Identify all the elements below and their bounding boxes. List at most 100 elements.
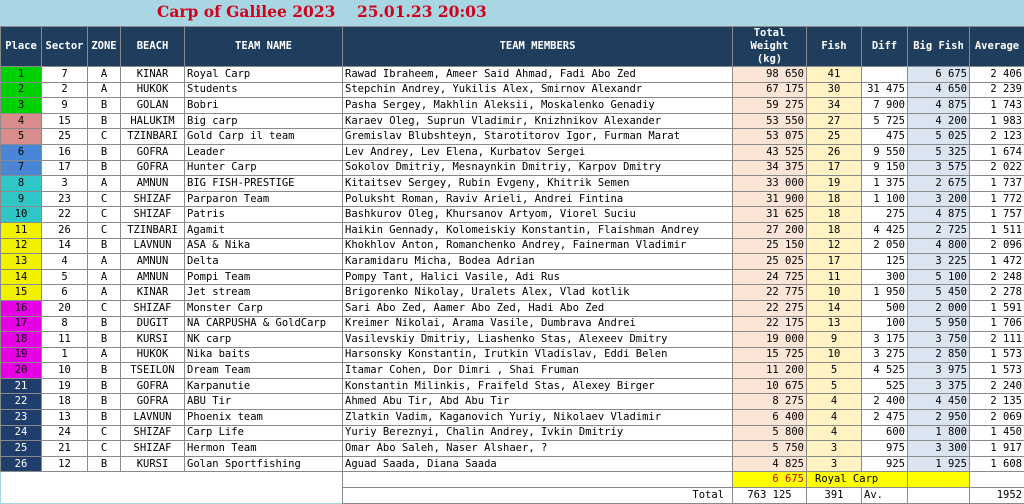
big-fish-cell: 4 800 — [908, 238, 970, 254]
place-cell: 15 — [1, 285, 42, 301]
results-table: Place Sector ZONE BEACH TEAM NAME TEAM M… — [0, 26, 1024, 504]
big-fish-cell: 5 450 — [908, 285, 970, 301]
team-name-cell: Monster Carp — [185, 300, 343, 316]
total-weight-cell: 25 150 — [733, 238, 807, 254]
fish-cell: 4 — [807, 425, 862, 441]
average-cell: 2 111 — [970, 332, 1024, 348]
zone-cell: B — [88, 378, 121, 394]
big-fish-cell: 5 025 — [908, 129, 970, 145]
team-name-cell: Jet stream — [185, 285, 343, 301]
fish-cell: 41 — [807, 67, 862, 83]
sector-cell: 17 — [42, 160, 88, 176]
total-fish: 391 — [807, 488, 862, 504]
table-row: 17AKINARRoyal CarpRawad Ibraheem, Ameer … — [1, 67, 1024, 83]
total-weight-cell: 34 375 — [733, 160, 807, 176]
beach-cell: SHIZAF — [121, 300, 185, 316]
table-row: 1811BKURSINK carpVasilevskiy Dmitriy, Li… — [1, 332, 1024, 348]
diff-cell: 300 — [862, 269, 908, 285]
sector-cell: 23 — [42, 191, 88, 207]
total-weight-cell: 27 200 — [733, 222, 807, 238]
team-members-cell: Lev Andrey, Lev Elena, Kurbatov Sergei — [343, 144, 733, 160]
fish-cell: 3 — [807, 441, 862, 457]
table-row: 1022CSHIZAFPatrisBashkurov Oleg, Khursan… — [1, 207, 1024, 223]
table-row: 2313BLAVNUNPhoenix teamZlatkin Vadim, Ka… — [1, 410, 1024, 426]
average-cell: 1 772 — [970, 191, 1024, 207]
sector-cell: 16 — [42, 144, 88, 160]
zone-cell: B — [88, 144, 121, 160]
team-name-cell: BIG FISH-PRESTIGE — [185, 176, 343, 192]
zone-cell: C — [88, 222, 121, 238]
place-cell: 24 — [1, 425, 42, 441]
beach-cell: AMNUN — [121, 269, 185, 285]
beach-cell: SHIZAF — [121, 207, 185, 223]
beach-cell: GOFRA — [121, 144, 185, 160]
beach-cell: SHIZAF — [121, 191, 185, 207]
team-name-cell: Students — [185, 82, 343, 98]
table-row: 415BHALUKIMBig carpKaraev Oleg, Suprun V… — [1, 113, 1024, 129]
team-name-cell: Leader — [185, 144, 343, 160]
big-fish-cell: 2 850 — [908, 347, 970, 363]
table-row: 2010BTSEILONDream TeamItamar Cohen, Dor … — [1, 363, 1024, 379]
average-cell: 1 743 — [970, 98, 1024, 114]
team-members-cell: Harsonsky Konstantin, Irutkin Vladislav,… — [343, 347, 733, 363]
sector-cell: 10 — [42, 363, 88, 379]
average-cell: 1 608 — [970, 456, 1024, 472]
team-name-cell: NA CARPUSHA & GoldCarp — [185, 316, 343, 332]
beach-cell: AMNUN — [121, 254, 185, 270]
place-cell: 6 — [1, 144, 42, 160]
diff-cell: 4 525 — [862, 363, 908, 379]
team-name-cell: Pompi Team — [185, 269, 343, 285]
sector-cell: 21 — [42, 441, 88, 457]
place-cell: 26 — [1, 456, 42, 472]
results-body: 17AKINARRoyal CarpRawad Ibraheem, Ameer … — [1, 67, 1024, 472]
place-cell: 21 — [1, 378, 42, 394]
team-members-cell: Sokolov Dmitriy, Mesnaynkin Dmitriy, Kar… — [343, 160, 733, 176]
team-name-cell: Big carp — [185, 113, 343, 129]
diff-cell: 2 050 — [862, 238, 908, 254]
diff-cell: 475 — [862, 129, 908, 145]
team-name-cell: Agamit — [185, 222, 343, 238]
total-weight-cell: 10 675 — [733, 378, 807, 394]
fish-cell: 13 — [807, 316, 862, 332]
table-row: 1214BLAVNUNASA & NikaKhokhlov Anton, Rom… — [1, 238, 1024, 254]
team-members-cell: Karaev Oleg, Suprun Vladimir, Knizhnikov… — [343, 113, 733, 129]
table-row: 923CSHIZAFParparon TeamPoluksht Roman, R… — [1, 191, 1024, 207]
table-row: 145AAMNUNPompi TeamPompy Tant, Halici Va… — [1, 269, 1024, 285]
team-members-cell: Ahmed Abu Tir, Abd Abu Tir — [343, 394, 733, 410]
place-cell: 3 — [1, 98, 42, 114]
fish-cell: 34 — [807, 98, 862, 114]
total-weight-cell: 59 275 — [733, 98, 807, 114]
beach-cell: KINAR — [121, 285, 185, 301]
place-cell: 11 — [1, 222, 42, 238]
team-members-cell: Vasilevskiy Dmitriy, Liashenko Stas, Ale… — [343, 332, 733, 348]
team-members-cell: Kitaitsev Sergey, Rubin Evgeny, Khitrik … — [343, 176, 733, 192]
zone-cell: B — [88, 316, 121, 332]
place-cell: 2 — [1, 82, 42, 98]
average-cell: 2 406 — [970, 67, 1024, 83]
diff-cell: 525 — [862, 378, 908, 394]
beach-cell: SHIZAF — [121, 425, 185, 441]
place-cell: 18 — [1, 332, 42, 348]
total-weight-cell: 6 400 — [733, 410, 807, 426]
place-cell: 1 — [1, 67, 42, 83]
fish-cell: 10 — [807, 285, 862, 301]
place-cell: 9 — [1, 191, 42, 207]
total-weight-cell: 8 275 — [733, 394, 807, 410]
team-name-cell: Golan Sportfishing — [185, 456, 343, 472]
col-header-beach: BEACH — [121, 27, 185, 67]
big-fish-cell: 4 450 — [908, 394, 970, 410]
zone-cell: A — [88, 67, 121, 83]
big-fish-cell: 2 675 — [908, 176, 970, 192]
big-fish-cell: 3 750 — [908, 332, 970, 348]
place-cell: 4 — [1, 113, 42, 129]
total-weight-cell: 53 075 — [733, 129, 807, 145]
place-cell: 14 — [1, 269, 42, 285]
diff-cell: 1 375 — [862, 176, 908, 192]
fish-cell: 12 — [807, 238, 862, 254]
total-weight-cell: 22 775 — [733, 285, 807, 301]
big-fish-cell: 5 325 — [908, 144, 970, 160]
big-fish-cell: 3 975 — [908, 363, 970, 379]
zone-cell: A — [88, 347, 121, 363]
zone-cell: C — [88, 191, 121, 207]
team-name-cell: Phoenix team — [185, 410, 343, 426]
